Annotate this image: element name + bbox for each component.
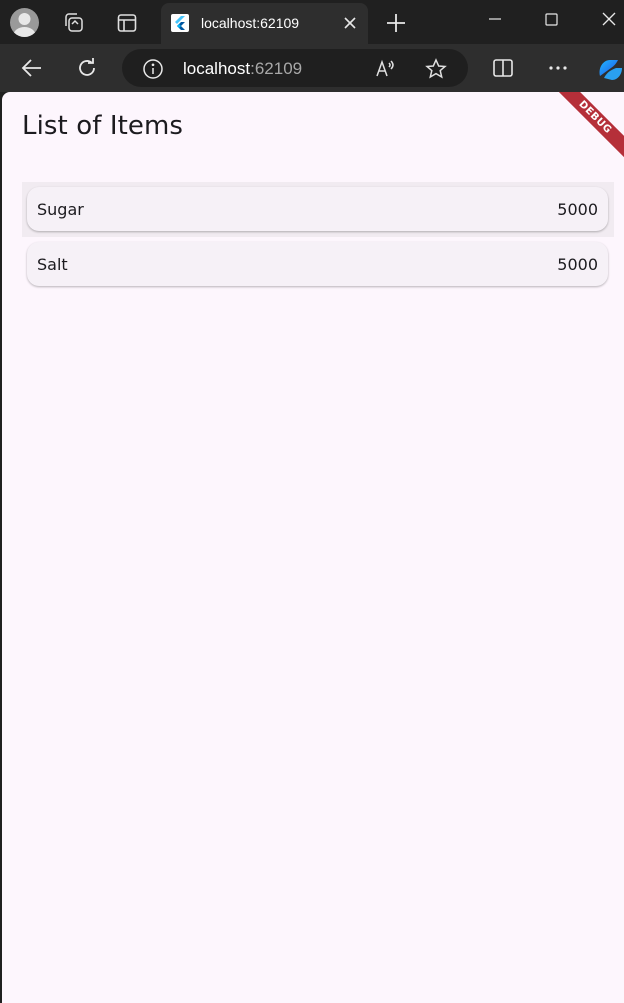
window-close-icon[interactable] xyxy=(594,6,624,32)
more-icon[interactable] xyxy=(545,55,571,81)
split-screen-icon[interactable] xyxy=(490,55,516,81)
profile-avatar-icon[interactable] xyxy=(10,8,39,37)
list-item[interactable]: Sugar 5000 xyxy=(27,187,608,231)
minimize-icon[interactable] xyxy=(480,6,510,32)
url-host: localhost xyxy=(183,59,251,78)
page-title: List of Items xyxy=(22,111,184,141)
back-arrow-icon[interactable] xyxy=(18,54,46,82)
url-text: localhost:62109 xyxy=(183,59,302,79)
tab-title: localhost:62109 xyxy=(201,15,300,31)
close-icon[interactable] xyxy=(342,15,358,31)
list-item[interactable]: Salt 5000 xyxy=(27,242,608,286)
read-aloud-icon[interactable] xyxy=(374,57,398,81)
address-bar[interactable]: localhost:62109 xyxy=(122,49,468,87)
tab-actions-icon[interactable] xyxy=(114,10,140,36)
workspaces-icon[interactable] xyxy=(61,10,87,36)
plus-icon[interactable] xyxy=(382,9,410,37)
reload-icon[interactable] xyxy=(73,54,101,82)
maximize-icon[interactable] xyxy=(536,6,566,32)
star-icon[interactable] xyxy=(424,57,448,81)
item-name: Sugar xyxy=(37,200,84,219)
browser-toolbar: localhost:62109 xyxy=(0,44,624,92)
active-tab[interactable]: localhost:62109 xyxy=(161,3,368,44)
info-icon[interactable] xyxy=(142,58,164,80)
item-quantity: 5000 xyxy=(557,255,598,274)
url-port: :62109 xyxy=(250,59,303,78)
item-name: Salt xyxy=(37,255,68,274)
flutter-favicon-icon xyxy=(171,14,189,32)
item-quantity: 5000 xyxy=(557,200,598,219)
browser-tab-bar: localhost:62109 xyxy=(0,0,624,44)
copilot-icon[interactable] xyxy=(594,54,624,84)
page-viewport: List of Items Sugar 5000 Salt 5000 DEBUG xyxy=(2,92,624,1003)
debug-banner: DEBUG xyxy=(536,92,624,176)
